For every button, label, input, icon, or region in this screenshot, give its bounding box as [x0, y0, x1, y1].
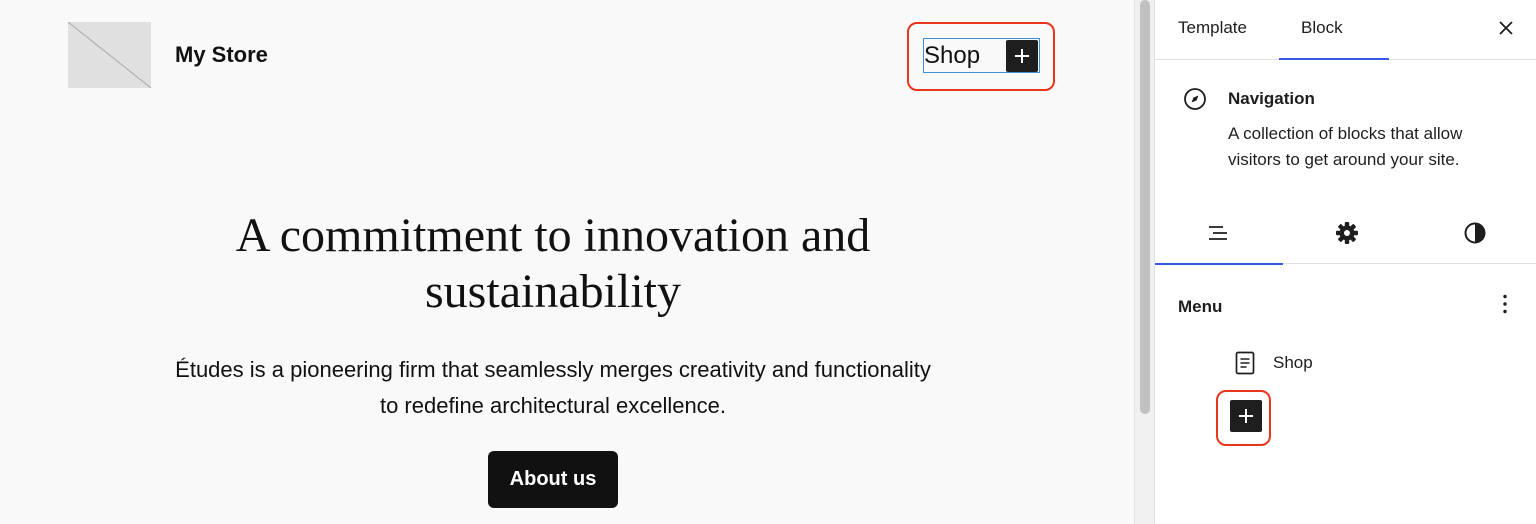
canvas-scrollbar[interactable]	[1134, 0, 1154, 524]
navigation-block[interactable]: Shop	[923, 38, 1040, 73]
block-description: A collection of blocks that allow visito…	[1228, 124, 1463, 169]
menu-options-button[interactable]	[1491, 290, 1519, 318]
compass-icon	[1184, 88, 1206, 110]
site-logo-placeholder[interactable]	[68, 22, 151, 88]
page-icon	[1235, 351, 1255, 375]
menu-item-shop[interactable]: Shop	[1233, 348, 1433, 378]
tab-block[interactable]: Block	[1279, 0, 1388, 60]
close-sidebar-button[interactable]	[1492, 14, 1520, 42]
settings-sidebar: Template Block Navigation A collection o…	[1154, 0, 1536, 524]
scrollbar-thumb[interactable]	[1140, 0, 1150, 414]
more-vertical-icon	[1503, 294, 1507, 314]
tab-template[interactable]: Template	[1178, 0, 1247, 60]
about-us-button[interactable]: About us	[488, 451, 618, 508]
tab-settings[interactable]	[1283, 200, 1411, 264]
editor-canvas: My Store Shop A commitment to innovation…	[0, 0, 1134, 524]
block-title: Navigation	[1228, 89, 1315, 108]
block-settings-tabs	[1155, 200, 1536, 265]
hero-heading[interactable]: A commitment to innovation and sustainab…	[150, 208, 956, 320]
half-circle-contrast-icon	[1464, 222, 1486, 244]
menu-item-label: Shop	[1273, 353, 1313, 372]
tab-styles[interactable]	[1411, 200, 1536, 264]
menu-label: Menu	[1178, 297, 1223, 316]
plus-icon	[1239, 409, 1253, 423]
gear-icon	[1336, 222, 1358, 244]
hero-paragraph[interactable]: Études is a pioneering firm that seamles…	[170, 352, 936, 424]
sidebar-tabs: Template Block	[1155, 0, 1536, 60]
close-icon	[1499, 21, 1513, 35]
site-title[interactable]: My Store	[175, 42, 268, 68]
list-view-icon	[1209, 226, 1227, 240]
nav-add-item-button[interactable]	[1006, 40, 1038, 72]
add-menu-item-button[interactable]	[1230, 400, 1262, 432]
tab-list-view[interactable]	[1155, 200, 1283, 265]
plus-icon	[1015, 49, 1029, 63]
nav-item-shop[interactable]: Shop	[924, 42, 980, 70]
